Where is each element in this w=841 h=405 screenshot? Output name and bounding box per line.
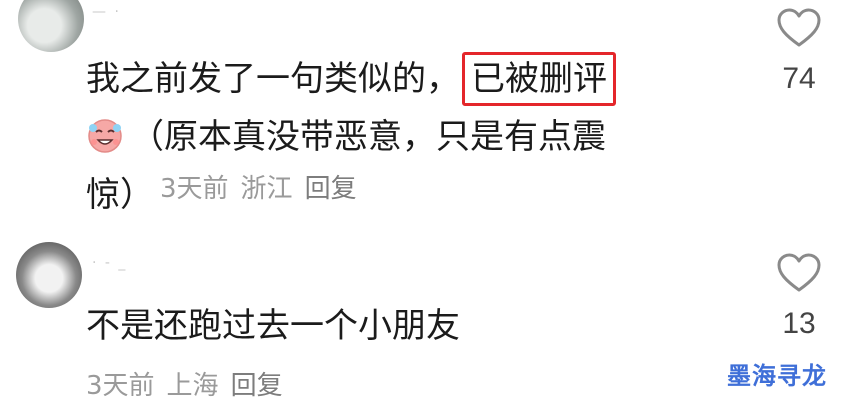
like-button[interactable]: 74 (769, 8, 829, 96)
reply-button[interactable]: 回复 (305, 174, 357, 204)
like-count: 13 (782, 307, 816, 340)
comment-item: · - _ 不是还跑过去一个小朋友 3天前 上海 回复 13 (0, 225, 841, 405)
avatar[interactable] (18, 0, 84, 52)
heart-icon[interactable] (777, 253, 821, 293)
comment-meta: 3天前 浙江 回复 (160, 168, 369, 205)
watermark: 墨海寻龙 (727, 362, 827, 390)
comment-meta: 3天前 上海 回复 (86, 365, 295, 402)
reply-button[interactable]: 回复 (231, 371, 283, 401)
like-button[interactable]: 13 (769, 253, 829, 341)
timestamp: 3天前 (160, 174, 229, 204)
location: 上海 (166, 371, 219, 401)
username[interactable]: · - _ (92, 255, 127, 271)
location: 浙江 (240, 174, 293, 204)
comment-text-line: 惊） (86, 175, 154, 215)
username[interactable]: — · (92, 4, 121, 20)
heart-icon[interactable] (777, 8, 821, 48)
comment-text-line: （原本真没带恶意，只是有点震 (130, 117, 606, 157)
comment-text-line: 我之前发了一句类似的， (86, 59, 460, 99)
comment-text: 不是还跑过去一个小朋友 (86, 306, 460, 346)
crying-laughing-emoji-icon (88, 119, 122, 153)
highlight-box: 已被删评 (462, 52, 616, 106)
avatar[interactable] (16, 242, 82, 308)
timestamp: 3天前 (86, 371, 155, 401)
comment-item: — · 我之前发了一句类似的， 已被删评 （原本真没带恶意，只是有点震 惊） 3天… (0, 0, 841, 215)
like-count: 74 (782, 62, 816, 95)
